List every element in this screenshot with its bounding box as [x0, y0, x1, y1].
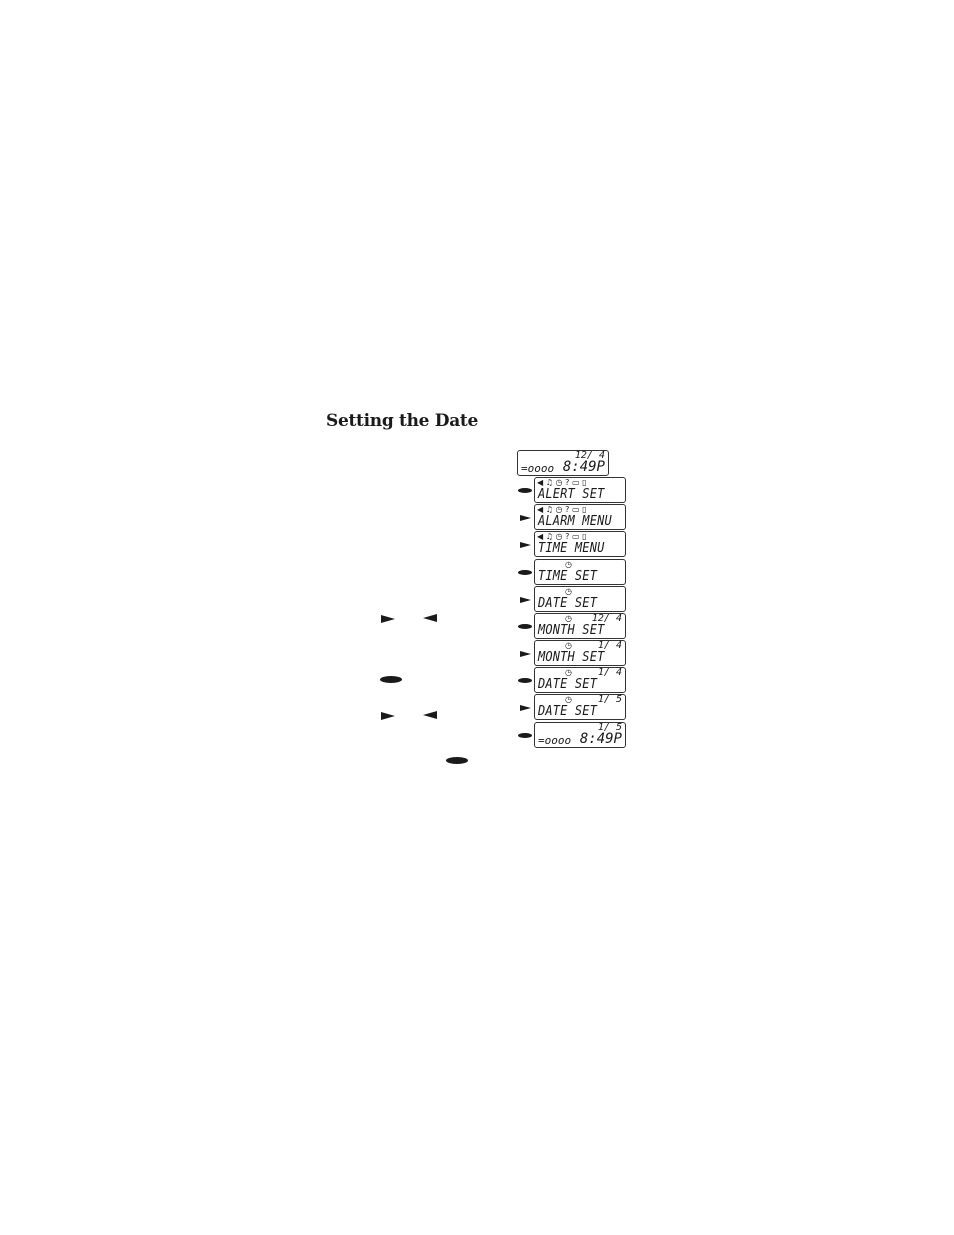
lcd-screen: ◷ 1/ 4 DATE SET	[534, 667, 626, 693]
lcd-screen: ◷ 1/ 5 DATE SET	[534, 694, 626, 720]
lcd-menu-icons: ◀ ♫ ◷ ? ▭ ▯	[537, 505, 587, 514]
clock-icon: ◷	[565, 641, 572, 650]
select-button-icon	[518, 733, 532, 738]
select-button-icon	[518, 570, 532, 575]
next-button-icon	[520, 515, 531, 521]
clock-icon: ◷	[565, 560, 572, 569]
page-title: Setting the Date	[326, 411, 478, 431]
lcd-main-text: TIME MENU	[538, 541, 605, 556]
next-button-icon	[520, 597, 531, 603]
lcd-main-text: MONTH SET	[538, 650, 605, 665]
lcd-menu-icons: ◀ ♫ ◷ ? ▭ ▯	[537, 478, 587, 487]
select-button-icon	[446, 757, 468, 764]
lcd-screen: 12/ 4 =oooo 8:49P	[517, 450, 609, 476]
lcd-date: 1/ 4	[597, 667, 622, 678]
clock-icon: ◷	[565, 587, 572, 596]
next-button-icon	[381, 615, 395, 623]
lcd-time: 8:49P	[562, 459, 605, 475]
lcd-screen: ◷ 12/ 4 MONTH SET	[534, 613, 626, 639]
lcd-date: 1/ 5	[597, 694, 622, 705]
next-button-icon	[520, 651, 531, 657]
lcd-main-text: TIME SET	[538, 569, 598, 584]
previous-button-icon	[423, 711, 437, 719]
clock-icon: ◷	[565, 668, 572, 677]
clock-icon: ◷	[565, 695, 572, 704]
select-button-icon	[518, 624, 532, 629]
lcd-main-text: DATE SET	[538, 704, 598, 719]
lcd-screen: ◀ ♫ ◷ ? ▭ ▯ ALERT SET	[534, 477, 626, 503]
next-button-icon	[520, 542, 531, 548]
next-button-icon	[381, 712, 395, 720]
lcd-main-text: DATE SET	[538, 677, 598, 692]
lcd-screen: ◀ ♫ ◷ ? ▭ ▯ TIME MENU	[534, 531, 626, 557]
next-button-icon	[520, 705, 531, 711]
select-button-icon	[518, 678, 532, 683]
lcd-main-text: ALERT SET	[538, 487, 605, 502]
previous-button-icon	[423, 614, 437, 622]
lcd-main-text: ALARM MENU	[538, 514, 612, 529]
lcd-screen: ◷ DATE SET	[534, 586, 626, 612]
select-button-icon	[518, 488, 532, 493]
clock-icon: ◷	[565, 614, 572, 623]
lcd-screen: ◀ ♫ ◷ ? ▭ ▯ ALARM MENU	[534, 504, 626, 530]
lcd-status-bars: =oooo	[538, 734, 572, 747]
lcd-screen: ◷ 1/ 4 MONTH SET	[534, 640, 626, 666]
lcd-status-bars: =oooo	[521, 462, 555, 475]
lcd-menu-icons: ◀ ♫ ◷ ? ▭ ▯	[537, 532, 587, 541]
lcd-main-text: MONTH SET	[538, 623, 605, 638]
lcd-screen: ◷ TIME SET	[534, 559, 626, 585]
lcd-time: 8:49P	[579, 731, 622, 747]
lcd-screen: 1/ 5 =oooo 8:49P	[534, 722, 626, 748]
select-button-icon	[380, 676, 402, 683]
lcd-main-text: DATE SET	[538, 596, 598, 611]
